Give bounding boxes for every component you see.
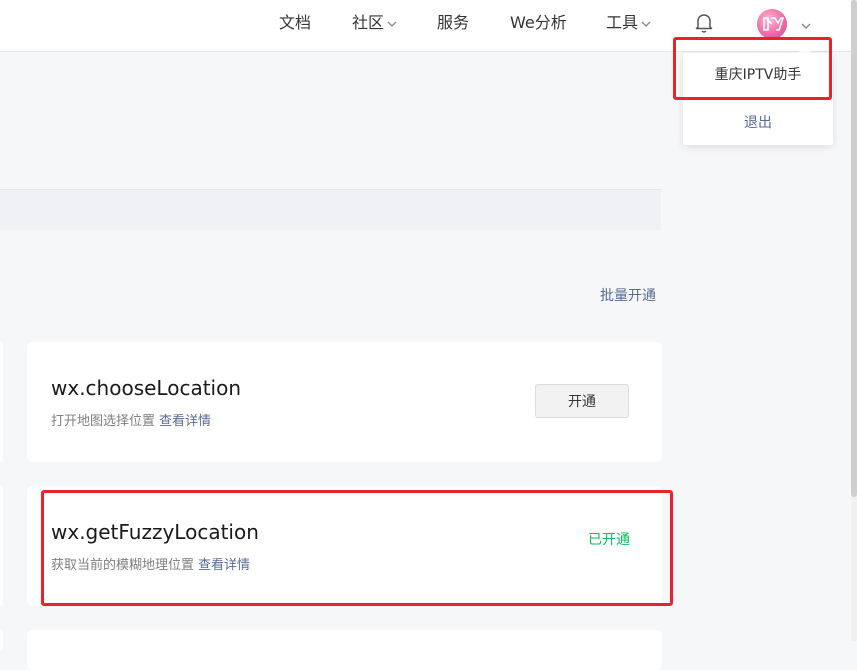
api-card [27,630,662,670]
dropdown-caret [798,46,812,53]
bell-icon[interactable] [694,12,714,34]
enable-button[interactable]: 开通 [535,384,629,418]
api-name: wx.chooseLocation [51,376,242,400]
batch-enable-link[interactable]: 批量开通 [600,286,656,306]
nav-docs[interactable]: 文档 [279,12,311,34]
api-card-choose-location: wx.chooseLocation 打开地图选择位置 查看详情 开通 [27,342,662,462]
chevron-down-icon [387,13,397,35]
card-left-edge [0,486,3,606]
logout-item[interactable]: 退出 [683,109,833,137]
top-navigation-bar: 文档 社区 服务 We分析 工具 [0,0,851,52]
page-header-area [0,53,661,189]
nav-community-label: 社区 [352,13,385,32]
scrollbar-thumb[interactable] [851,0,857,497]
details-link[interactable]: 查看详情 [159,414,211,429]
chevron-down-icon[interactable] [800,17,812,29]
api-name: wx.getFuzzyLocation [51,520,259,544]
nav-community[interactable]: 社区 [352,12,397,34]
api-description: 打开地图选择位置 查看详情 [51,413,211,431]
avatar[interactable] [757,9,787,39]
tab-strip [0,190,661,230]
nav-services[interactable]: 服务 [437,12,469,34]
card-left-edge [0,342,3,462]
api-description-text: 打开地图选择位置 [51,414,156,429]
nav-analytics[interactable]: We分析 [510,12,567,34]
account-dropdown: 重庆IPTV助手 退出 [683,53,833,145]
nav-tools-label: 工具 [606,13,639,32]
enabled-status: 已开通 [588,532,630,548]
chevron-down-icon [641,13,651,35]
account-name-item[interactable]: 重庆IPTV助手 [683,61,833,89]
api-description-text: 获取当前的模糊地理位置 [51,558,195,573]
api-description: 获取当前的模糊地理位置 查看详情 [51,557,250,575]
api-card-get-fuzzy-location: wx.getFuzzyLocation 获取当前的模糊地理位置 查看详情 已开通 [27,486,662,606]
nav-tools[interactable]: 工具 [606,12,651,34]
details-link[interactable]: 查看详情 [198,558,250,573]
card-left-edge [0,630,3,650]
